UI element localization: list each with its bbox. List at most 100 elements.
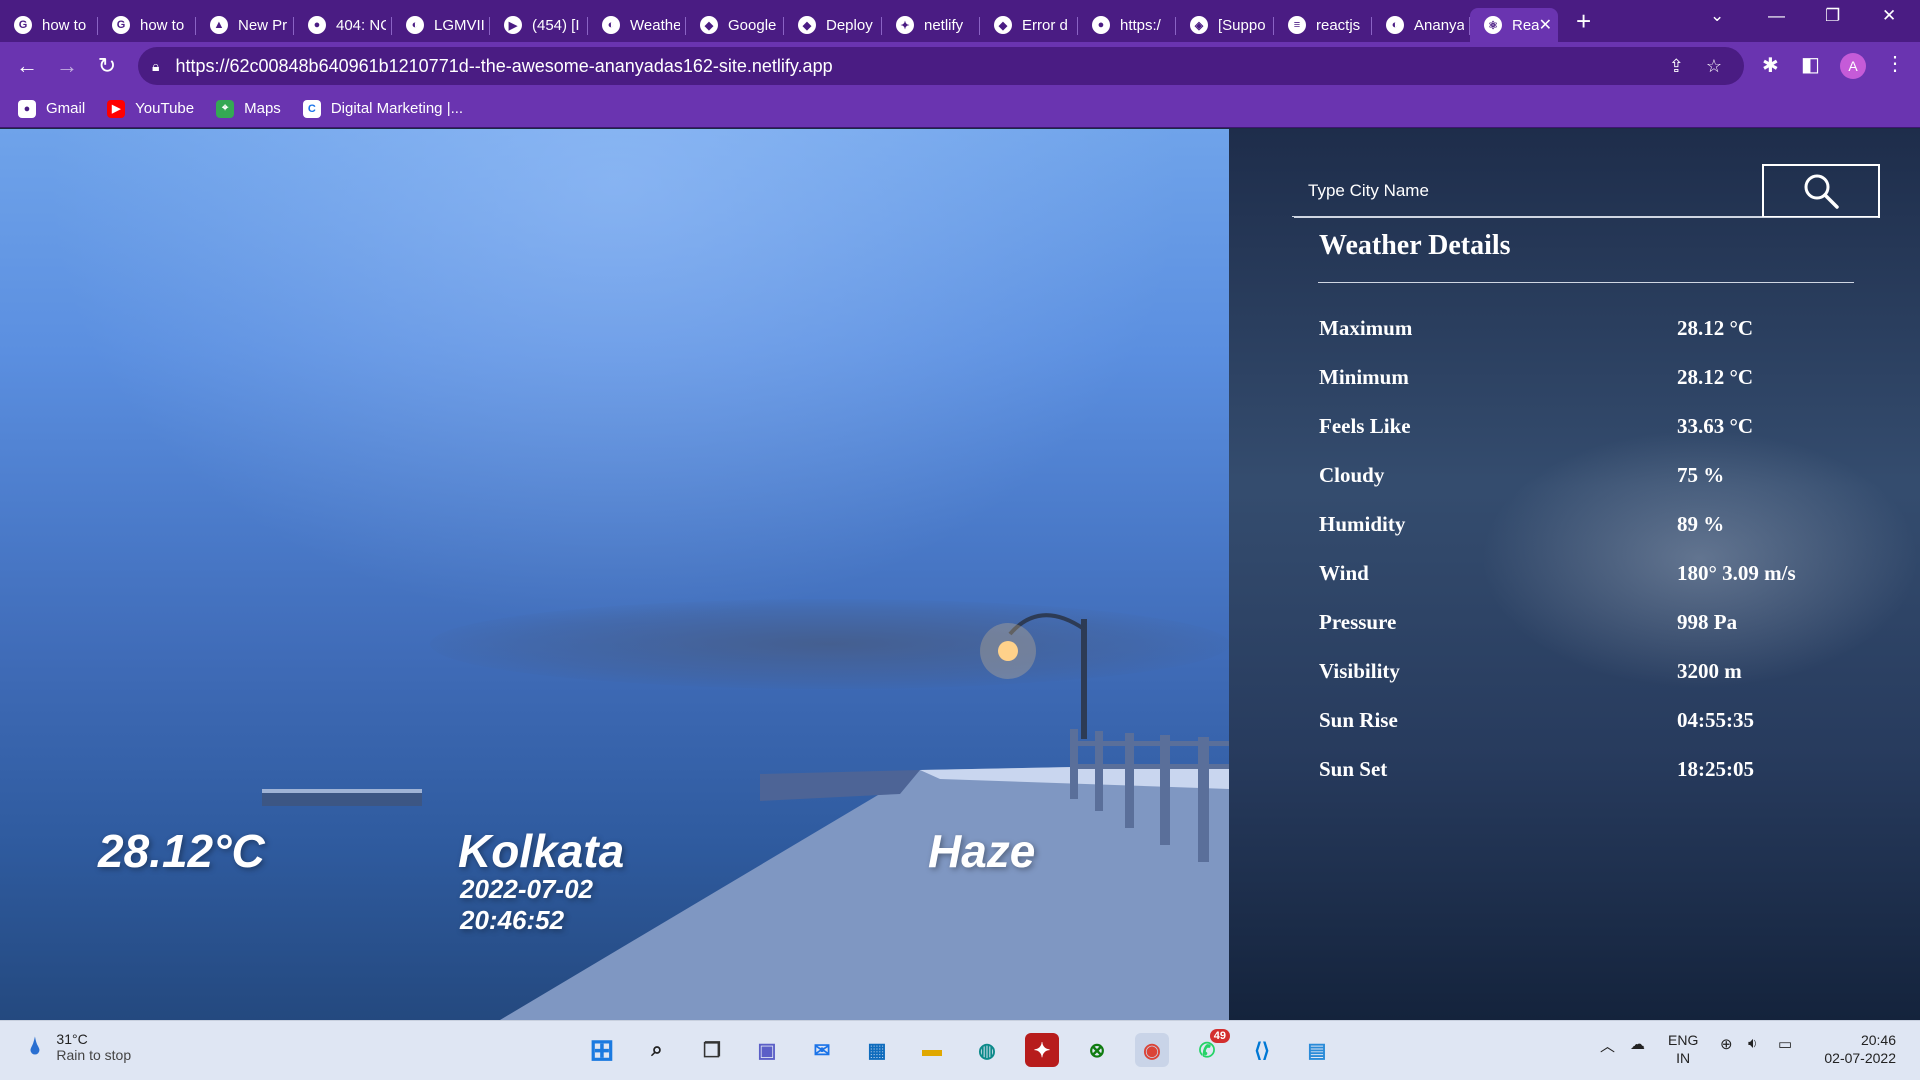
browser-tab[interactable]: ◆ Google	[686, 8, 784, 42]
detail-row: Pressure 998 Pa	[1319, 610, 1859, 640]
region-code: IN	[1676, 1050, 1691, 1066]
input-language[interactable]: ENG IN	[1668, 1031, 1698, 1067]
windows-start-icon[interactable]: ⊞	[585, 1033, 619, 1067]
search-taskbar-icon[interactable]: ⌕	[640, 1033, 674, 1067]
file-explorer-icon[interactable]: ▬	[915, 1033, 949, 1067]
bookmark-star-icon[interactable]: ☆	[1706, 56, 1722, 77]
detail-row: Visibility 3200 m	[1319, 659, 1859, 689]
google-icon: G	[14, 16, 32, 34]
xbox-icon[interactable]: ⊗	[1080, 1033, 1114, 1067]
edge-browser-icon[interactable]: ◍	[970, 1033, 1004, 1067]
youtube-icon: ▶	[504, 16, 522, 34]
bookmark-label: Digital Marketing |...	[330, 100, 464, 117]
bookmark-item[interactable]: ▶ YouTube	[107, 99, 194, 118]
youtube-icon: ▶	[107, 99, 126, 118]
browser-tab[interactable]: ▶ (454) [I	[490, 8, 588, 42]
browser-tab[interactable]: ◐ Weathe	[588, 8, 686, 42]
browser-tab[interactable]: ● 404: NC	[294, 8, 392, 42]
browser-menu-icon[interactable]: ⋮	[1885, 51, 1905, 76]
city-search-input[interactable]	[1292, 165, 1762, 217]
browser-tab[interactable]: ◆ Error d	[980, 8, 1078, 42]
detail-label: Pressure	[1319, 610, 1397, 634]
back-button[interactable]: ←	[7, 53, 47, 79]
restore-button[interactable]: ❐	[1825, 6, 1840, 26]
forward-button[interactable]: →	[47, 53, 87, 79]
teams-chat-icon[interactable]: ▣	[750, 1033, 784, 1067]
bookmark-item[interactable]: ⌖ Maps	[216, 99, 281, 118]
task-view-icon[interactable]: ❐	[695, 1033, 729, 1067]
lamp-post	[1081, 619, 1087, 739]
browser-tab[interactable]: ◈ [Suppo	[1176, 8, 1274, 42]
detail-label: Wind	[1319, 561, 1369, 585]
detail-row: Feels Like 33.63 °C	[1319, 414, 1859, 444]
detail-row: Wind 180° 3.09 m/s	[1319, 561, 1859, 591]
address-bar[interactable]: 🔒︎ https://62c00848b640961b1210771d--the…	[138, 47, 1744, 85]
tab-title: LGMVII	[434, 16, 484, 34]
tab-title: netlify	[924, 16, 964, 34]
system-clock[interactable]: 20:46 02-07-2022	[1818, 1031, 1896, 1067]
browser-tab[interactable]: ● https:/	[1078, 8, 1176, 42]
control-panel-icon[interactable]: ▤	[1300, 1033, 1334, 1067]
lock-icon[interactable]: 🔒︎	[152, 58, 159, 75]
browser-tab[interactable]: ◐ LGMVII	[392, 8, 490, 42]
windows-taskbar: 🌢︎ 31°C Rain to stop ⊞ ⌕ ❐ ▣ ✉ ▦ ▬ ◍ ✦ ⊗…	[0, 1020, 1920, 1080]
tab-search-chevron-icon[interactable]: ⌄	[1710, 6, 1724, 26]
extensions-puzzle-icon[interactable]: ✱	[1762, 53, 1779, 78]
battery-icon[interactable]: ▭	[1778, 1035, 1792, 1053]
pier-illustration	[262, 613, 1229, 1020]
detail-label: Maximum	[1319, 316, 1413, 340]
side-panel-icon[interactable]: ◧	[1801, 52, 1820, 77]
network-globe-icon[interactable]: ⊕	[1720, 1035, 1733, 1053]
reload-button[interactable]: ↻	[87, 53, 127, 79]
detail-row: Maximum 28.12 °C	[1319, 316, 1859, 346]
globe-icon: ●	[308, 16, 326, 34]
c-icon: C	[302, 99, 321, 118]
mail-icon[interactable]: ✉	[805, 1033, 839, 1067]
vscode-icon[interactable]: ⟨⟩	[1245, 1033, 1279, 1067]
current-time: 20:46:52	[460, 905, 565, 935]
tab-title: [Suppo	[1218, 16, 1266, 34]
github-icon: ◐	[602, 16, 620, 34]
browser-tab[interactable]: Ghow to	[0, 8, 98, 42]
taskbar-weather-temp: 31°C	[56, 1031, 88, 1047]
detail-value: 3200 m	[1677, 659, 1742, 683]
detail-label: Sun Rise	[1319, 708, 1398, 732]
url-text[interactable]: https://62c00848b640961b1210771d--the-aw…	[175, 56, 832, 77]
share-icon[interactable]: ⇪	[1669, 56, 1684, 77]
tab-title: Weathe	[630, 16, 680, 34]
browser-tab[interactable]: Ghow to	[98, 8, 196, 42]
pier-deck	[500, 764, 1229, 1020]
whatsapp-icon[interactable]: ✆ 49	[1190, 1029, 1230, 1067]
city-name: Kolkata	[458, 825, 625, 877]
close-tab-icon[interactable]: ✕	[1539, 15, 1552, 35]
search-button[interactable]	[1294, 164, 1880, 218]
browser-tab[interactable]: ◆ Deploy	[784, 8, 882, 42]
bookmark-item[interactable]: C Digital Marketing |...	[302, 99, 464, 118]
minimize-button[interactable]: —	[1768, 6, 1785, 26]
red-app-icon[interactable]: ✦	[1025, 1033, 1059, 1067]
volume-icon[interactable]: 🔉︎	[1748, 1035, 1757, 1052]
detail-value: 33.63 °C	[1677, 414, 1754, 438]
browser-tab[interactable]: ≡ reactjs	[1274, 8, 1372, 42]
detail-row: Sun Set 18:25:05	[1319, 757, 1859, 787]
netlify-spark-icon: ✦	[896, 16, 914, 34]
stackoverflow-icon: ≡	[1288, 16, 1306, 34]
onedrive-cloud-icon[interactable]: ☁	[1630, 1035, 1645, 1053]
chrome-icon[interactable]: ◉	[1135, 1033, 1169, 1067]
floating-dock	[262, 792, 422, 806]
browser-tab[interactable]: ⚛ Rea ✕	[1470, 8, 1558, 42]
detail-row: Sun Rise 04:55:35	[1319, 708, 1859, 738]
show-hidden-icons-chevron[interactable]: ︿	[1600, 1035, 1615, 1056]
profile-avatar[interactable]: A	[1840, 53, 1866, 79]
detail-label: Visibility	[1319, 659, 1400, 683]
browser-tab[interactable]: ▲ New Pr	[196, 8, 294, 42]
new-tab-button[interactable]: +	[1576, 6, 1591, 37]
browser-tab[interactable]: ◐ Ananya	[1372, 8, 1470, 42]
bookmark-item[interactable]: ● Gmail	[18, 99, 85, 118]
tab-title: Error d	[1022, 16, 1068, 34]
current-temperature: 28.12°C	[98, 825, 265, 877]
browser-tab[interactable]: ✦ netlify	[882, 8, 980, 42]
microsoft-store-icon[interactable]: ▦	[860, 1033, 894, 1067]
close-window-button[interactable]: ✕	[1882, 6, 1896, 26]
taskbar-weather-widget[interactable]: 🌢︎ 31°C Rain to stop	[28, 1031, 131, 1063]
